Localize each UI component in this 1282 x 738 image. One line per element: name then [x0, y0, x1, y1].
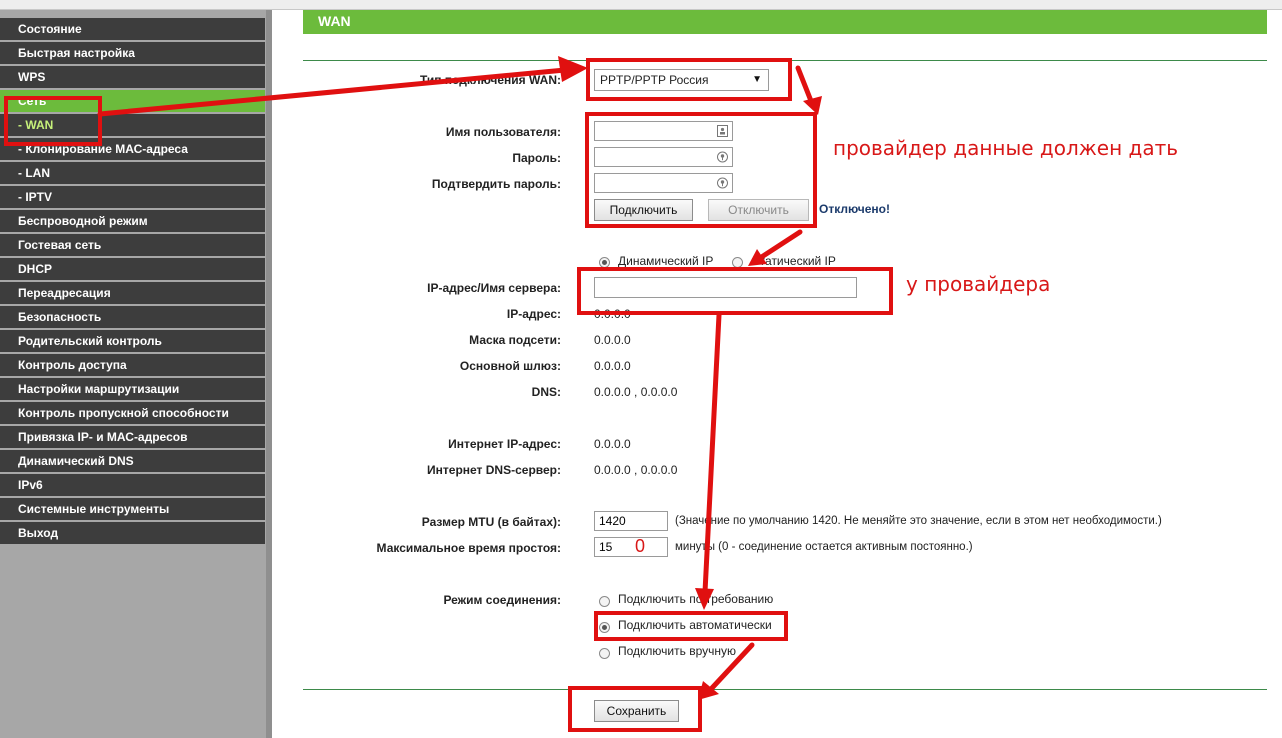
sidebar-item-security[interactable]: Безопасность: [0, 306, 265, 328]
annotation-box-credentials: [585, 112, 817, 228]
sidebar-item-forwarding[interactable]: Переадресация: [0, 282, 265, 304]
dns-value: 0.0.0.0 , 0.0.0.0: [594, 385, 678, 399]
mode-on-demand-label: Подключить по требованию: [618, 592, 774, 606]
sidebar-item-status[interactable]: Состояние: [0, 18, 265, 40]
sidebar-item-iptv[interactable]: - IPTV: [0, 186, 265, 208]
sidebar-item-system-tools[interactable]: Системные инструменты: [0, 498, 265, 520]
sidebar-item-bandwidth[interactable]: Контроль пропускной способности: [0, 402, 265, 424]
mtu-label: Размер MTU (в байтах):: [421, 515, 561, 529]
annotation-zero: 0: [635, 536, 646, 556]
annotation-box-menu: [4, 96, 102, 146]
sidebar-item-wps[interactable]: WPS: [0, 66, 265, 88]
annotation-provider-data: провайдер данные должен дать: [833, 136, 1179, 160]
annotation-box-wan-type: [586, 58, 792, 101]
bottom-separator: [303, 689, 1267, 690]
sidebar-item-guest-network[interactable]: Гостевая сеть: [0, 234, 265, 256]
sidebar-item-parental-control[interactable]: Родительский контроль: [0, 330, 265, 352]
sidebar-item-access-control[interactable]: Контроль доступа: [0, 354, 265, 376]
sidebar-item-ip-mac-binding[interactable]: Привязка IP- и МАС-адресов: [0, 426, 265, 448]
internet-ip-label: Интернет IP-адрес:: [448, 437, 561, 451]
connection-status: Отключено!: [819, 202, 890, 216]
annotation-from-provider: у провайдера: [906, 272, 1051, 296]
subnet-mask-value: 0.0.0.0: [594, 333, 631, 347]
confirm-password-label: Подтвердить пароль:: [431, 177, 561, 191]
connection-mode-label: Режим соединения:: [443, 593, 561, 607]
idle-time-hint: минуты (0 - соединение остается активным…: [675, 541, 973, 553]
sidebar-item-logout[interactable]: Выход: [0, 522, 265, 544]
internet-ip-value: 0.0.0.0: [594, 437, 631, 451]
mtu-input[interactable]: [594, 511, 668, 531]
sidebar-divider: [266, 10, 272, 738]
mode-manual-label: Подключить вручную: [618, 644, 736, 658]
sidebar-item-ipv6[interactable]: IPv6: [0, 474, 265, 496]
idle-time-input[interactable]: [594, 537, 668, 557]
static-ip-label: Статический IP: [751, 254, 836, 268]
idle-time-label: Максимальное время простоя:: [376, 541, 561, 555]
page-title: WAN: [318, 13, 351, 29]
annotation-box-save: [568, 686, 702, 732]
sidebar-item-lan[interactable]: - LAN: [0, 162, 265, 184]
server-label: IP-адрес/Имя сервера:: [427, 281, 561, 295]
username-label: Имя пользователя:: [445, 125, 561, 139]
browser-top-strip: [0, 0, 1282, 10]
sidebar-item-wireless[interactable]: Беспроводной режим: [0, 210, 265, 232]
sidebar-item-dhcp[interactable]: DHCP: [0, 258, 265, 280]
gateway-value: 0.0.0.0: [594, 359, 631, 373]
arrow-type-to-credentials: [795, 65, 816, 109]
internet-dns-label: Интернет DNS-сервер:: [427, 463, 561, 477]
annotation-box-auto-mode: [594, 611, 788, 641]
dns-label: DNS:: [531, 385, 561, 399]
wan-type-label: Тип подключения WAN:: [419, 73, 561, 87]
subnet-mask-label: Маска подсети:: [469, 333, 561, 347]
annotation-box-server: [577, 267, 893, 315]
sidebar-item-ddns[interactable]: Динамический DNS: [0, 450, 265, 472]
sidebar-item-routing[interactable]: Настройки маршрутизации: [0, 378, 265, 400]
internet-dns-value: 0.0.0.0 , 0.0.0.0: [594, 463, 678, 477]
sidebar-item-quick-setup[interactable]: Быстрая настройка: [0, 42, 265, 64]
ip-address-label: IP-адрес:: [506, 307, 561, 321]
gateway-label: Основной шлюз:: [459, 359, 561, 373]
mtu-hint: (Значение по умолчанию 1420. Не меняйте …: [675, 515, 1162, 527]
dynamic-ip-label: Динамический IP: [618, 254, 714, 268]
page-header: WAN: [303, 10, 1267, 34]
mode-manual-radio[interactable]: [599, 648, 610, 659]
mode-on-demand-radio[interactable]: [599, 596, 610, 607]
password-label: Пароль:: [512, 151, 561, 165]
